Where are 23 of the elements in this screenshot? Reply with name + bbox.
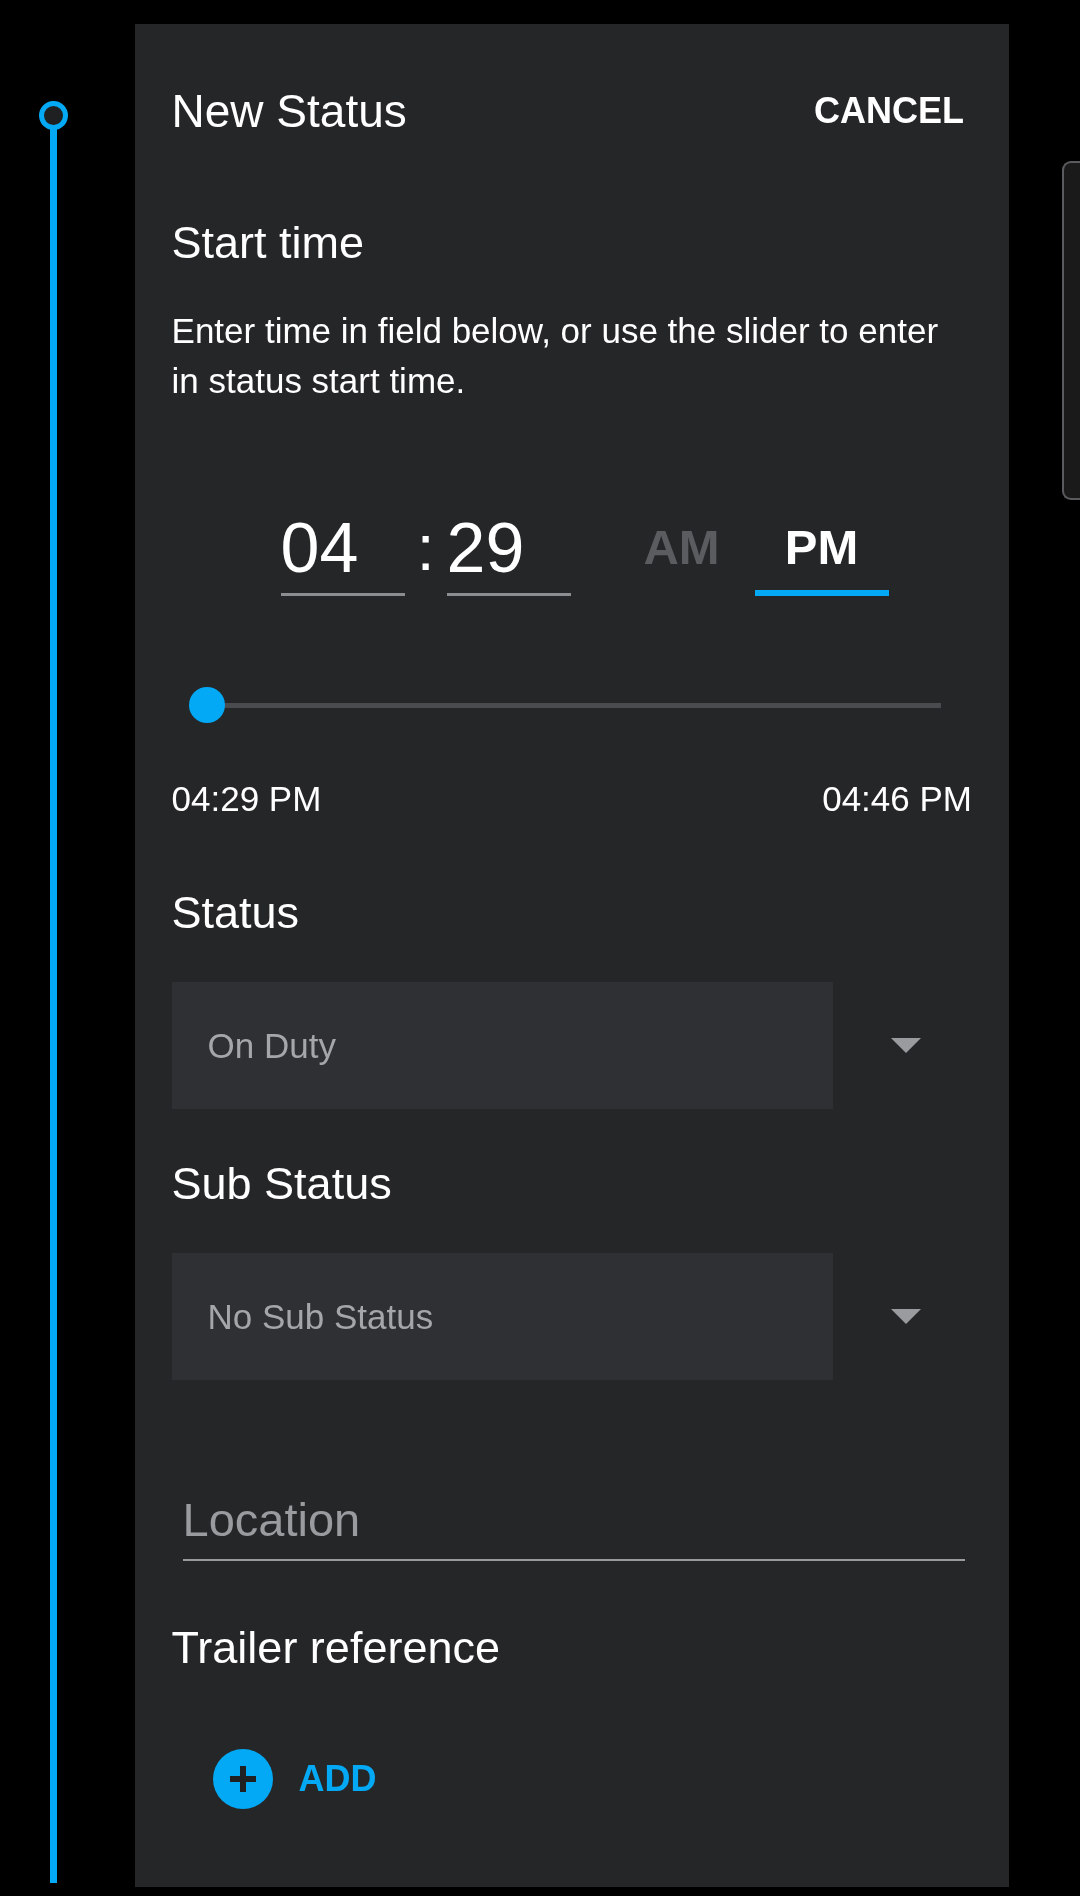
scrollbar[interactable] [1062, 161, 1080, 500]
timeline-node [38, 101, 68, 130]
minute-field[interactable]: 29 [446, 503, 571, 596]
hint-text: Enter time in field below, or use the slider to enter in status start time. [171, 310, 940, 402]
field-label: Sub Status [171, 1157, 392, 1211]
slider-thumb[interactable] [188, 686, 225, 723]
range-end-time: 04:46 PM [822, 778, 972, 820]
time-separator: : [415, 511, 436, 586]
sub-status-dropdown[interactable]: No Sub Status [171, 1253, 833, 1380]
field-label: Status [171, 886, 300, 940]
caret-icon[interactable] [890, 1309, 921, 1324]
add-icon[interactable] [212, 1749, 273, 1809]
section-heading: Start time [171, 216, 365, 270]
range-start-time: 04:29 PM [171, 778, 322, 820]
location-field[interactable]: Location [182, 1480, 965, 1561]
dialog-title: New Status [171, 84, 407, 138]
status-dropdown[interactable]: On Duty [171, 982, 833, 1109]
caret-icon[interactable] [890, 1038, 921, 1053]
section-heading: Trailer reference [171, 1621, 500, 1675]
add-button[interactable]: ADD [298, 1758, 377, 1800]
hour-field[interactable]: 04 [280, 503, 405, 596]
cancel-button[interactable]: CANCEL [802, 90, 976, 132]
period-tab[interactable]: PM [754, 503, 889, 596]
